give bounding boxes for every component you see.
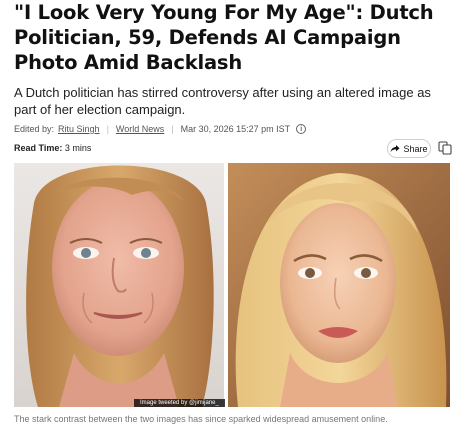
- publish-timestamp: Mar 30, 2026 15:27 pm IST: [180, 124, 291, 134]
- copy-icon[interactable]: [438, 141, 452, 155]
- article-headline: "I Look Very Young For My Age": Dutch Po…: [14, 1, 434, 74]
- author-link[interactable]: Ritu Singh: [58, 124, 100, 134]
- article-meta: Edited by: Ritu Singh | World News | Mar…: [14, 122, 307, 136]
- image-credit: Image tweeted by @jimijane_: [134, 399, 225, 407]
- meta-separator: |: [171, 124, 174, 134]
- meta-separator: |: [106, 124, 109, 134]
- original-photo: [14, 163, 224, 407]
- edited-by-label: Edited by:: [14, 124, 55, 134]
- ai-edited-photo: [228, 163, 450, 407]
- share-button[interactable]: Share: [387, 139, 431, 158]
- read-time: Read Time: 3 mins: [14, 143, 91, 153]
- article: "I Look Very Young For My Age": Dutch Po…: [0, 0, 474, 437]
- read-time-label: Read Time:: [14, 143, 63, 153]
- info-icon[interactable]: i: [296, 124, 307, 134]
- article-summary: A Dutch politician has stirred controver…: [14, 85, 431, 117]
- read-time-value: 3 mins: [64, 143, 92, 153]
- article-hero-image: Image tweeted by @jimijane_: [14, 163, 450, 407]
- category-link[interactable]: World News: [116, 124, 164, 134]
- share-icon: [391, 145, 400, 152]
- image-caption: The stark contrast between the two image…: [14, 414, 388, 424]
- share-button-label: Share: [403, 143, 428, 154]
